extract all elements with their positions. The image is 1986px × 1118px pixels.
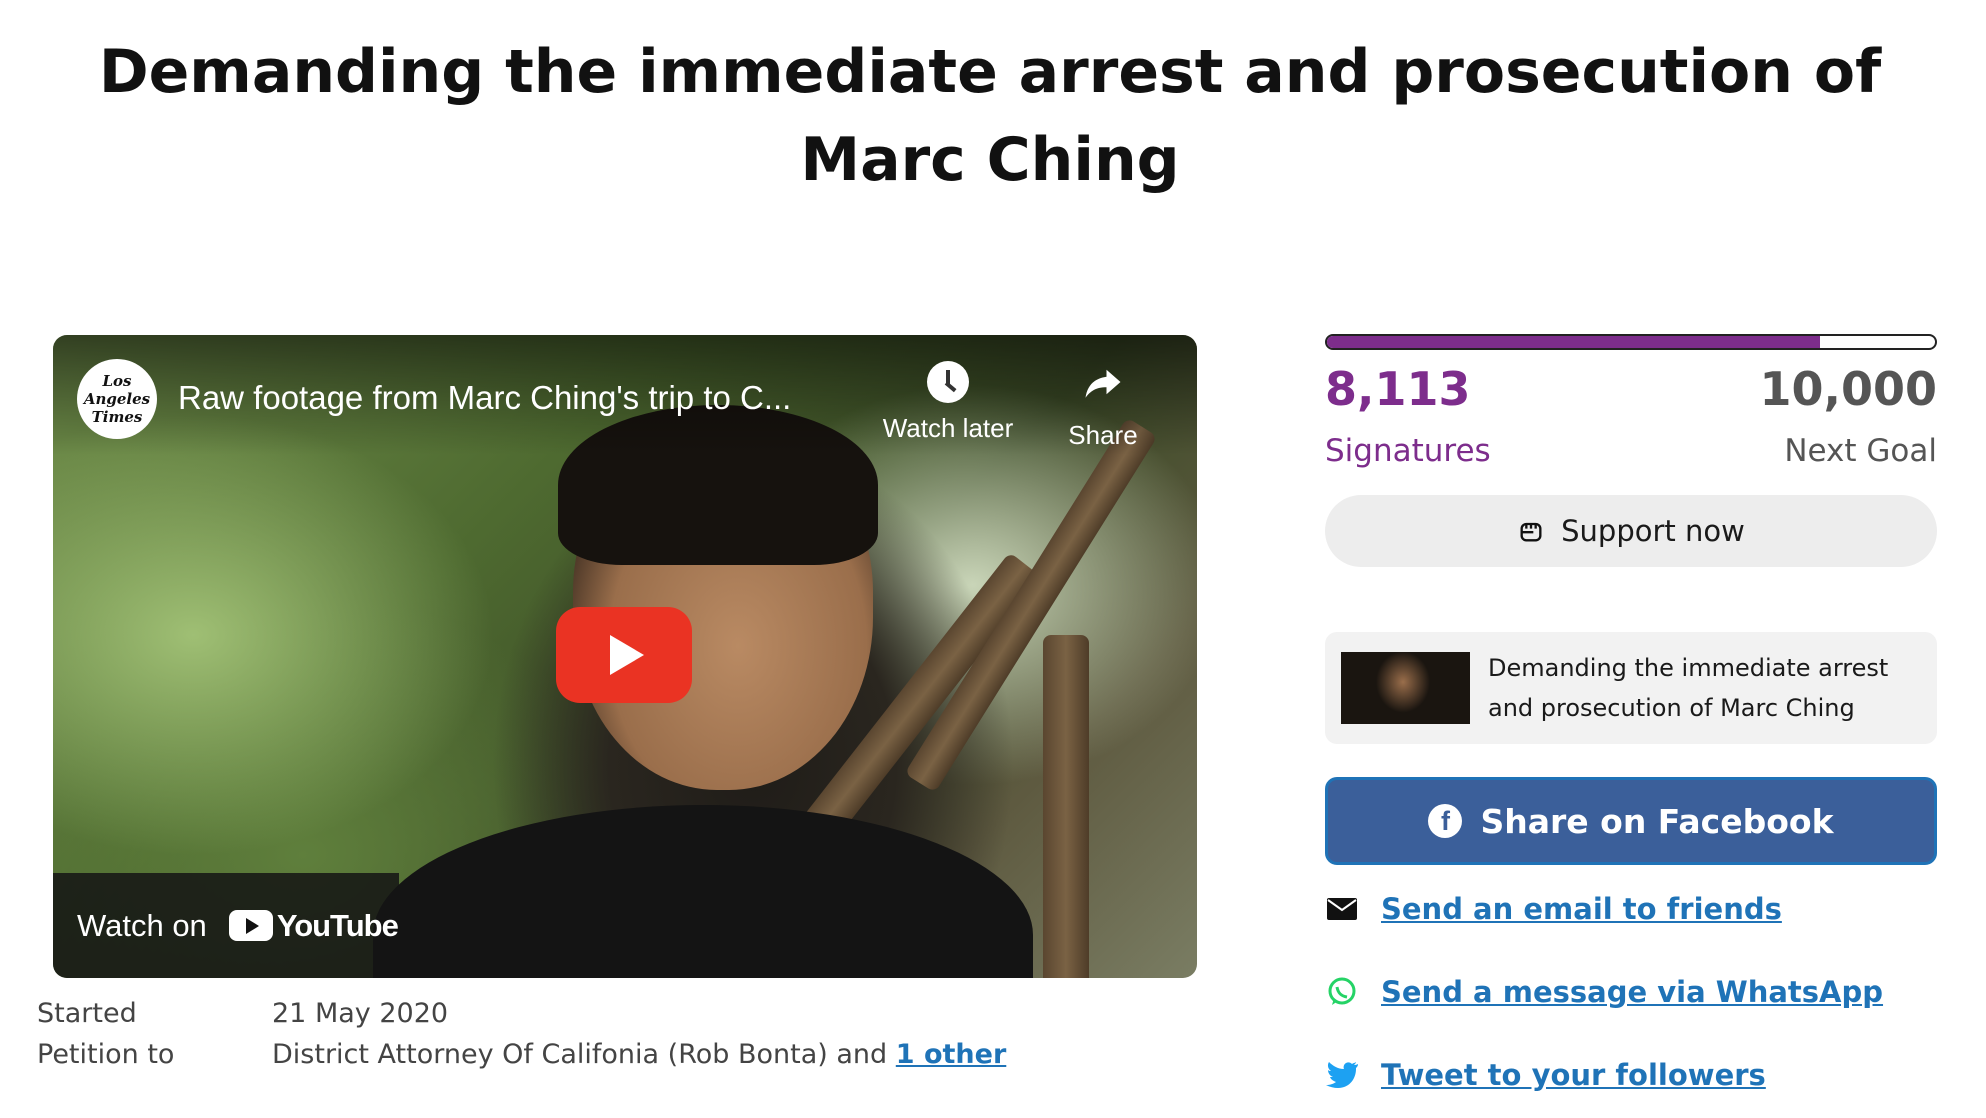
started-row: Started 21 May 2020 <box>37 993 1006 1034</box>
share-facebook-button[interactable]: f Share on Facebook <box>1325 777 1937 865</box>
share-twitter-row: Tweet to your followers <box>1325 1058 1766 1092</box>
fist-icon <box>1520 522 1542 542</box>
support-now-button[interactable]: Support now <box>1325 495 1937 567</box>
video-share-label: Share <box>1068 420 1138 450</box>
petition-to-value: District Attorney Of Califonia (Rob Bont… <box>272 1039 1006 1070</box>
petition-to-text: District Attorney Of Califonia (Rob Bont… <box>272 1039 888 1070</box>
video-player[interactable]: Los Angeles Times Raw footage from Marc … <box>53 335 1197 978</box>
started-value: 21 May 2020 <box>272 998 449 1029</box>
petition-to-row: Petition to District Attorney Of Califon… <box>37 1034 1006 1075</box>
started-label: Started <box>37 998 137 1029</box>
channel-logo[interactable]: Los Angeles Times <box>77 359 157 439</box>
background-beam <box>904 417 1158 793</box>
signature-progress-fill <box>1327 336 1821 348</box>
petition-share-card: Demanding the immediate arrest and prose… <box>1325 632 1937 744</box>
petition-title: Demanding the immediate arrest and prose… <box>98 37 1882 195</box>
goal-label: Next Goal <box>1784 433 1937 469</box>
share-twitter-link[interactable]: Tweet to your followers <box>1381 1058 1766 1092</box>
support-now-label: Support now <box>1561 514 1745 548</box>
other-recipients-link[interactable]: 1 other <box>896 1039 1007 1070</box>
whatsapp-icon <box>1325 975 1359 1009</box>
email-icon <box>1325 892 1359 926</box>
petition-meta: Started 21 May 2020 Petition to District… <box>37 993 1006 1075</box>
twitter-icon <box>1325 1058 1359 1092</box>
share-email-row: Send an email to friends <box>1325 892 1782 926</box>
watch-later-button[interactable]: Watch later <box>868 361 1028 444</box>
share-facebook-label: Share on Facebook <box>1480 801 1834 841</box>
video-share-button[interactable]: Share <box>1043 361 1163 451</box>
petition-thumbnail <box>1341 652 1470 724</box>
watch-later-label: Watch later <box>882 413 1014 443</box>
share-card-title: Demanding the immediate arrest and prose… <box>1488 654 1889 722</box>
video-frame-person <box>373 805 1033 978</box>
facebook-icon: f <box>1428 804 1463 838</box>
play-button[interactable] <box>556 607 692 703</box>
signatures-label: Signatures <box>1325 433 1491 469</box>
play-icon <box>610 635 644 675</box>
watch-on-label: Watch on <box>77 907 207 943</box>
share-whatsapp-link[interactable]: Send a message via WhatsApp <box>1381 975 1883 1009</box>
share-whatsapp-row: Send a message via WhatsApp <box>1325 975 1883 1009</box>
watch-on-youtube-button[interactable]: Watch on YouTube <box>53 873 399 978</box>
goal-count: 10,000 <box>1759 362 1937 416</box>
share-email-link[interactable]: Send an email to friends <box>1381 892 1782 926</box>
youtube-logo-icon: YouTube <box>228 907 399 944</box>
signature-count: 8,113 <box>1325 362 1471 416</box>
youtube-label: YouTube <box>276 907 399 943</box>
petition-to-label: Petition to <box>37 1039 175 1070</box>
background-beam <box>1043 635 1089 978</box>
share-arrow-icon <box>1085 369 1121 398</box>
clock-icon <box>927 361 969 403</box>
video-title[interactable]: Raw footage from Marc Ching's trip to C.… <box>178 379 858 417</box>
signature-progress-bar <box>1325 334 1937 350</box>
